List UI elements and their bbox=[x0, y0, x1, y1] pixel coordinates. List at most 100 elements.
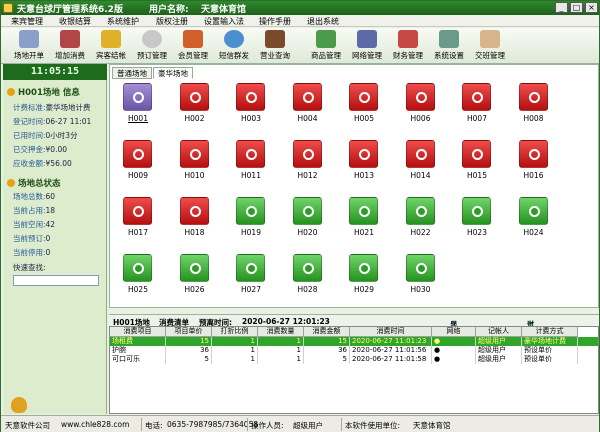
detail-settle-value: 2020-06-27 12:01:23 bbox=[242, 317, 330, 326]
reservation-button[interactable]: 预订管理 bbox=[132, 30, 172, 62]
grid-header-cell[interactable]: 消费项目 bbox=[110, 327, 166, 337]
grid-header-cell[interactable]: 消费数量 bbox=[258, 327, 304, 337]
room-h024[interactable]: H024 bbox=[514, 197, 554, 241]
room-status-icon bbox=[349, 254, 378, 282]
handshake-icon bbox=[480, 30, 500, 48]
settings-button[interactable]: 系统设置 bbox=[429, 30, 469, 62]
room-h020[interactable]: H020 bbox=[288, 197, 328, 241]
room-label: H012 bbox=[297, 171, 318, 180]
room-h006[interactable]: H006 bbox=[401, 83, 441, 127]
room-h027[interactable]: H027 bbox=[231, 254, 271, 298]
table-row[interactable]: 护腕 36 1 1 36 2020-06-27 11:01:56 ● 超级用户 预设单价 bbox=[110, 346, 598, 355]
room-h004[interactable]: H004 bbox=[288, 83, 328, 127]
room-h015[interactable]: H015 bbox=[457, 140, 497, 184]
room-h021[interactable]: H021 bbox=[344, 197, 384, 241]
menu-item-manual[interactable]: 操作手册 bbox=[259, 16, 291, 27]
menu-item-ime[interactable]: 设置输入法 bbox=[204, 16, 244, 27]
check-icon bbox=[302, 263, 314, 274]
status-site[interactable]: www.chle828.com bbox=[61, 420, 129, 429]
room-label: H022 bbox=[410, 228, 431, 237]
table-cell: 预设单价 bbox=[522, 355, 578, 364]
room-h010[interactable]: H010 bbox=[175, 140, 215, 184]
grid-header-cell[interactable]: 消费时间 bbox=[350, 327, 432, 337]
room-h013[interactable]: H013 bbox=[344, 140, 384, 184]
close-button[interactable]: × bbox=[585, 2, 598, 13]
room-h030[interactable]: H030 bbox=[401, 254, 441, 298]
table-cell: 2020-06-27 11:01:23 bbox=[350, 337, 432, 346]
grid-header-cell[interactable]: 计费方式 bbox=[522, 327, 578, 337]
table-row[interactable]: 场租费 15 1 1 15 2020-06-27 11:01:23 ● 超级用户 豪华场地计费 bbox=[110, 337, 598, 346]
room-h029[interactable]: H029 bbox=[344, 254, 384, 298]
room-h009[interactable]: H009 bbox=[118, 140, 158, 184]
room-h017[interactable]: H017 bbox=[118, 197, 158, 241]
room-h016[interactable]: H016 bbox=[514, 140, 554, 184]
quick-search-input[interactable] bbox=[13, 275, 99, 286]
sms-button[interactable]: 短信群发 bbox=[214, 30, 254, 62]
room-label: H016 bbox=[523, 171, 544, 180]
room-status-icon bbox=[349, 197, 378, 225]
check-icon bbox=[189, 263, 201, 274]
network-button[interactable]: 网络管理 bbox=[347, 30, 387, 62]
menu-item-register[interactable]: 版权注册 bbox=[156, 16, 188, 27]
tab-normal-venues[interactable]: 普通场地 bbox=[112, 67, 152, 79]
room-status-icon bbox=[236, 83, 265, 111]
power-icon bbox=[415, 92, 427, 103]
table-row[interactable]: 可口可乐 5 1 1 5 2020-06-27 11:01:58 ● 超级用户 预设单价 bbox=[110, 355, 598, 364]
check-icon bbox=[359, 206, 370, 217]
room-h023[interactable]: H023 bbox=[457, 197, 497, 241]
room-h005[interactable]: H005 bbox=[344, 83, 384, 127]
room-h022[interactable]: H022 bbox=[401, 197, 441, 241]
room-h001[interactable]: H001 bbox=[118, 83, 158, 127]
open-venue-button[interactable]: 场地开单 bbox=[9, 30, 49, 62]
tab-luxury-venues[interactable]: 豪华场地 bbox=[153, 67, 193, 79]
guest-checkout-button[interactable]: 宾客结帐 bbox=[91, 30, 131, 62]
status-company: 天意软件公司 bbox=[5, 421, 50, 430]
add-consumption-button[interactable]: 增加消费 bbox=[50, 30, 90, 62]
room-h012[interactable]: H012 bbox=[288, 140, 328, 184]
business-query-button[interactable]: 营业查询 bbox=[255, 30, 295, 62]
room-h002[interactable]: H002 bbox=[175, 83, 215, 127]
info-rate: 计费标准:豪华场地计费 bbox=[13, 103, 91, 112]
goods-button[interactable]: 商品管理 bbox=[306, 30, 346, 62]
grid-header-cell[interactable]: 消费金额 bbox=[304, 327, 350, 337]
room-status-icon bbox=[179, 197, 209, 225]
grid-header-cell[interactable]: 打折比例 bbox=[212, 327, 258, 337]
room-h008[interactable]: H008 bbox=[514, 83, 554, 127]
room-status-icon bbox=[518, 140, 548, 168]
room-h028[interactable]: H028 bbox=[288, 254, 328, 298]
menu-item-exit[interactable]: 退出系统 bbox=[307, 16, 339, 27]
room-h007[interactable]: H007 bbox=[457, 83, 497, 127]
room-label: H030 bbox=[410, 285, 431, 294]
member-button[interactable]: 会员管理 bbox=[173, 30, 213, 62]
room-label: H019 bbox=[241, 228, 261, 237]
finance-button[interactable]: 财务管理 bbox=[388, 30, 428, 62]
menu-item-guest[interactable]: 来宾管理 bbox=[11, 16, 43, 27]
menu-item-checkout[interactable]: 收银结算 bbox=[59, 16, 91, 27]
book-icon bbox=[357, 30, 377, 48]
room-h014[interactable]: H014 bbox=[401, 140, 441, 184]
maximize-button[interactable]: □ bbox=[570, 2, 583, 13]
room-h026[interactable]: H026 bbox=[175, 254, 215, 298]
room-h003[interactable]: H003 bbox=[231, 83, 271, 127]
room-label: H025 bbox=[128, 285, 148, 294]
table-cell: 36 bbox=[166, 346, 212, 355]
room-h019[interactable]: H019 bbox=[231, 197, 271, 241]
info-deposit: 已交押金:¥0.00 bbox=[13, 145, 68, 154]
minimize-button[interactable]: _ bbox=[555, 2, 568, 13]
room-status-icon bbox=[518, 83, 548, 111]
shift-button[interactable]: 交班管理 bbox=[470, 30, 510, 62]
grid-header-cell[interactable]: 记帐人 bbox=[476, 327, 522, 337]
grid-header-cell[interactable]: 项目单价 bbox=[166, 327, 212, 337]
grid-header-cell[interactable]: 网络 bbox=[432, 327, 476, 337]
check-icon bbox=[472, 206, 483, 217]
menu-item-maintenance[interactable]: 系统维护 bbox=[107, 16, 139, 27]
status-operator: 超级用户 bbox=[293, 421, 323, 430]
room-label: H021 bbox=[354, 228, 374, 237]
app-window: 天意台球厅管理系统6.2版 用户名称: 天意体育馆 _ □ × 来宾管理 收银结… bbox=[0, 0, 600, 432]
status-unit-label: 本软件使用单位: bbox=[345, 421, 401, 430]
title-bar: 天意台球厅管理系统6.2版 用户名称: 天意体育馆 _ □ × bbox=[1, 1, 599, 15]
room-h011[interactable]: H011 bbox=[231, 140, 271, 184]
room-h025[interactable]: H025 bbox=[118, 254, 158, 298]
room-h018[interactable]: H018 bbox=[175, 197, 215, 241]
room-status-icon bbox=[179, 83, 209, 111]
